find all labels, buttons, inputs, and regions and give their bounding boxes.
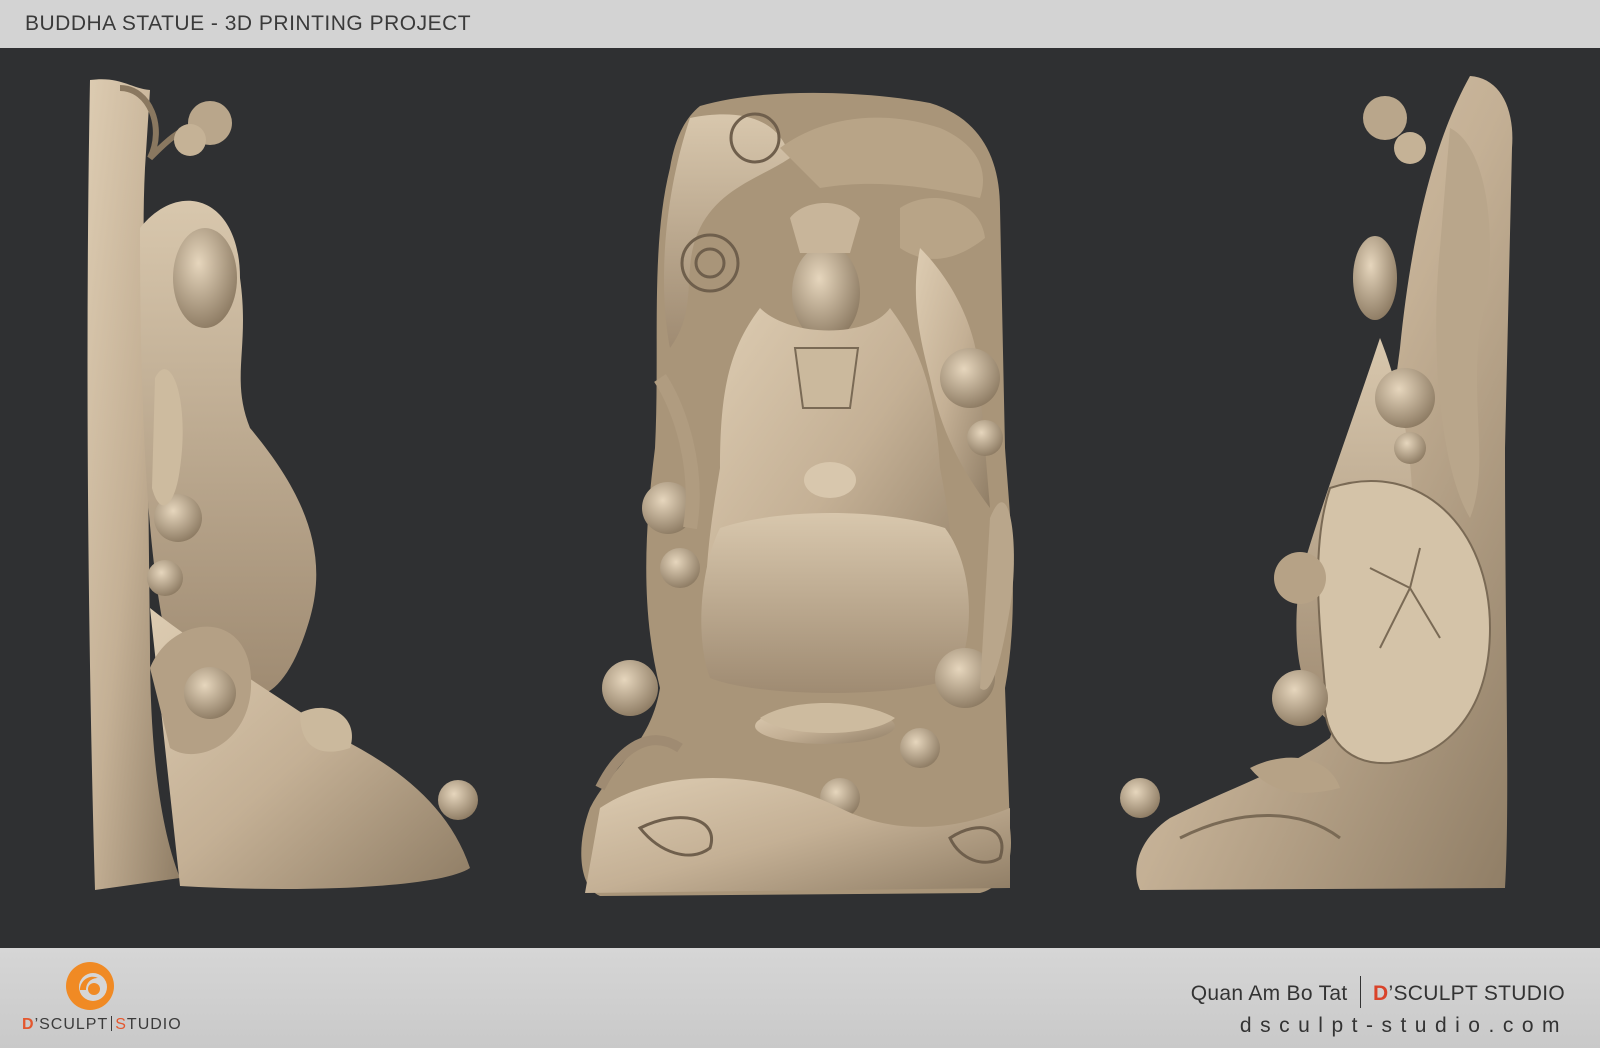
footer: D’SCULPT STUDIO Quan Am Bo Tat D’SCULPT ST… <box>0 948 1600 1048</box>
studio-logo-icon <box>66 962 114 1010</box>
logo-letter-s: S <box>115 1016 127 1033</box>
studio-letter-d: D <box>1373 982 1389 1005</box>
credit-line: Quan Am Bo Tat D’SCULPT STUDIO <box>1191 976 1565 1008</box>
front-view <box>581 92 1014 897</box>
logo-tail: TUDIO <box>126 1016 182 1033</box>
title-bar: BUDDHA STATUE - 3D PRINTING PROJECT <box>0 0 1600 48</box>
credit-divider <box>1359 976 1362 1008</box>
logo-letter-d: D <box>22 1016 35 1033</box>
render-canvas <box>87 76 1513 897</box>
left-side-view <box>87 79 478 891</box>
website-link[interactable]: dsculpt-studio.com <box>1240 1014 1568 1038</box>
right-side-view <box>1120 76 1513 890</box>
logo-separator <box>111 1016 113 1031</box>
logo-brand: ’SCULPT <box>34 1016 109 1033</box>
page-title: BUDDHA STATUE - 3D PRINTING PROJECT <box>25 12 472 35</box>
studio-name: ’SCULPT STUDIO <box>1388 982 1565 1005</box>
studio-logo-wordmark: D’SCULPT STUDIO <box>22 1016 182 1034</box>
render-stage <box>0 48 1600 948</box>
statue-name: Quan Am Bo Tat <box>1190 982 1348 1005</box>
